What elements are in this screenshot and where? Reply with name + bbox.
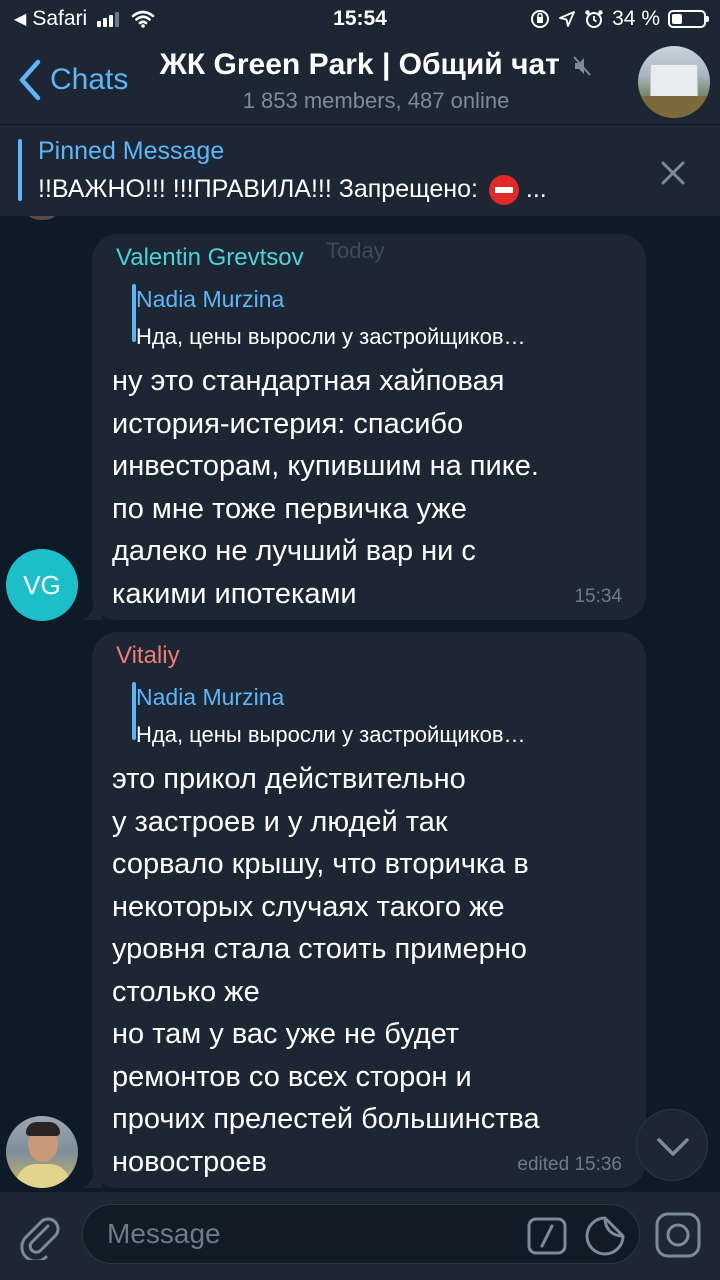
avatar-initials: VG: [23, 570, 61, 600]
avatar-building: [650, 64, 698, 98]
bubble-tail: [82, 1166, 102, 1188]
pinned-ellipsis: ...: [525, 175, 547, 203]
avatar[interactable]: [6, 1116, 78, 1188]
pinned-accent-bar: [18, 139, 22, 201]
chat-header: Chats ЖК Green Park | Общий чат 1 853 me…: [0, 40, 720, 124]
group-avatar[interactable]: [638, 46, 710, 118]
chat-title-wrap[interactable]: ЖК Green Park | Общий чат: [146, 48, 606, 82]
back-button[interactable]: Chats: [14, 58, 128, 102]
input-bar: [0, 1192, 720, 1280]
location-icon: [559, 11, 576, 27]
camera-icon[interactable]: [654, 1211, 702, 1259]
pinned-message[interactable]: Pinned Message !!ВАЖНО!!! !!!ПРАВИЛА!!! …: [0, 124, 720, 216]
alarm-icon: [585, 10, 603, 28]
battery-percent: 34 %: [612, 7, 660, 30]
pinned-text: !!ВАЖНО!!! !!!ПРАВИЛА!!! Запрещено:: [38, 175, 478, 203]
battery-icon: [668, 10, 709, 28]
reply-author: Nadia Murzina: [136, 684, 285, 710]
date-label: Today: [326, 238, 385, 263]
message-time: 15:34: [574, 586, 622, 607]
message-bubble[interactable]: Valentin Grevtsov Nadia Murzina Нда, цен…: [82, 234, 646, 620]
chat-subtitle[interactable]: 1 853 members, 487 online: [146, 88, 606, 114]
avatar-hair: [26, 1122, 60, 1136]
message-sender[interactable]: Valentin Grevtsov: [116, 244, 304, 272]
bot-commands-icon[interactable]: [527, 1217, 567, 1255]
previous-avatar: [22, 216, 62, 220]
pinned-text-row: !!ВАЖНО!!! !!!ПРАВИЛА!!! Запрещено: ...: [38, 175, 547, 206]
pinned-title: Pinned Message: [38, 137, 225, 165]
message-bubble[interactable]: Vitaliy Nadia Murzina Нда, цены выросли …: [82, 632, 646, 1188]
message-text: это прикол действительно у застроев и у …: [112, 763, 540, 1178]
bubble-tail: [82, 598, 102, 620]
mute-icon: [573, 56, 591, 76]
back-label: Chats: [50, 63, 129, 96]
avatar-ground: [638, 96, 710, 118]
status-right: 34 %: [530, 7, 709, 31]
chat-title: ЖК Green Park | Общий чат: [159, 48, 560, 81]
scroll-down-button[interactable]: [636, 1109, 708, 1181]
avatar[interactable]: VG: [6, 549, 78, 621]
status-bar: ◀ Safari 15:54 34 %: [0, 0, 720, 40]
message-sender[interactable]: Vitaliy: [116, 642, 180, 670]
attach-icon[interactable]: [18, 1212, 62, 1260]
orientation-lock-icon: [531, 10, 550, 28]
sticker-icon[interactable]: [584, 1215, 626, 1257]
close-pinned-icon[interactable]: [656, 156, 690, 190]
reply-text: Нда, цены выросли у застройщиков…: [136, 722, 526, 747]
battery-level: [672, 14, 683, 24]
reply-text: Нда, цены выросли у застройщиков…: [136, 324, 526, 349]
reply-author: Nadia Murzina: [136, 286, 285, 312]
no-entry-icon: [488, 175, 519, 206]
message-text: ну это стандартная хайповая история-исте…: [112, 365, 539, 610]
message-list[interactable]: Valentin Grevtsov Nadia Murzina Нда, цен…: [0, 216, 720, 1192]
avatar-shirt: [16, 1164, 70, 1188]
chevron-down-icon: [657, 1138, 689, 1156]
chevron-left-icon: [19, 59, 41, 101]
message-time: edited 15:36: [517, 1154, 622, 1175]
